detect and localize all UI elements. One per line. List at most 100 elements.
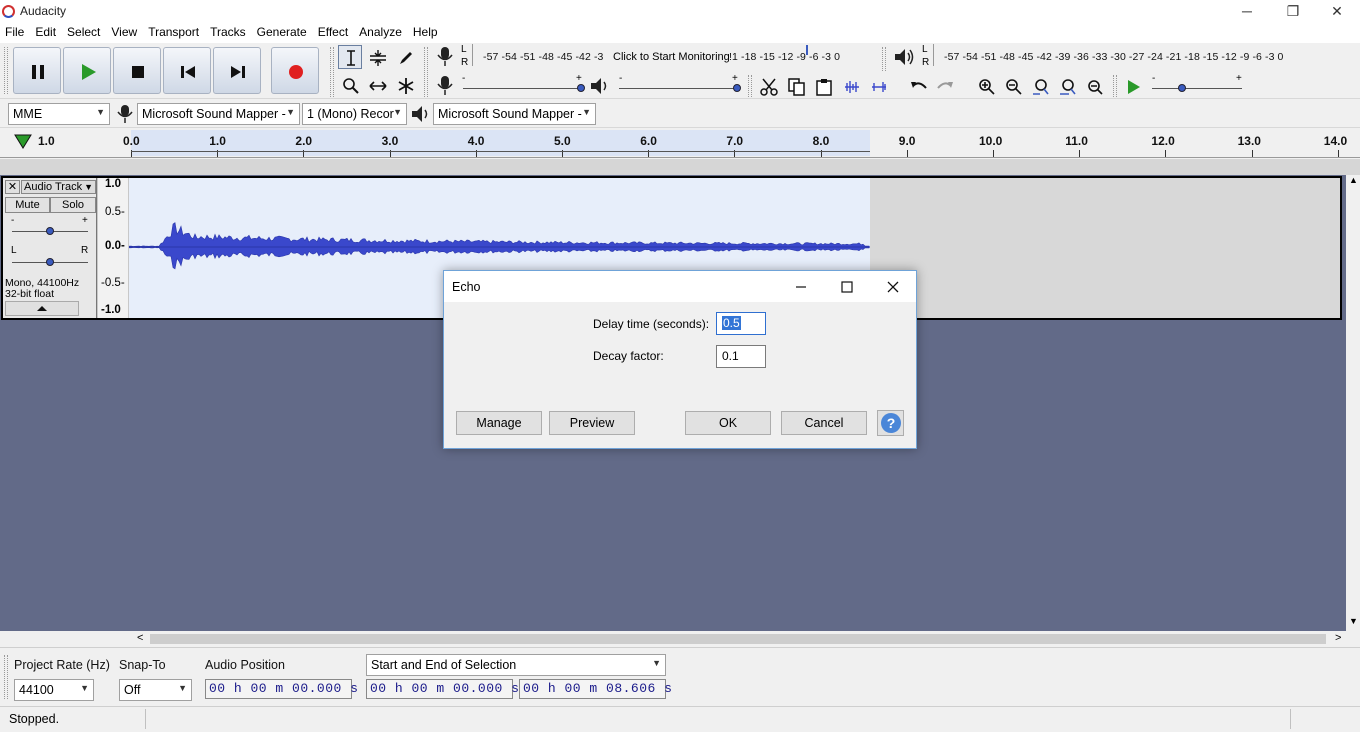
pan-slider-thumb[interactable] xyxy=(46,258,54,266)
play-meter-right-label: R xyxy=(922,57,930,68)
recording-volume-slider[interactable] xyxy=(463,88,583,89)
snap-to-select[interactable]: Off ▼ xyxy=(119,679,192,701)
cancel-button[interactable]: Cancel xyxy=(781,411,867,435)
audio-position-time[interactable]: 00 h 00 m 00.000 s xyxy=(205,679,358,699)
pin-play-head-icon[interactable] xyxy=(13,132,33,150)
menu-tracks[interactable]: Tracks xyxy=(205,23,252,39)
decay-factor-input[interactable]: 0.1 xyxy=(716,345,766,368)
record-button[interactable] xyxy=(271,47,319,94)
toolbar-grip[interactable] xyxy=(748,75,752,97)
speaker-icon[interactable] xyxy=(893,47,915,67)
play-at-speed-button[interactable] xyxy=(1120,74,1144,98)
toolbar-grip[interactable] xyxy=(1113,75,1117,97)
silence-audio-button[interactable] xyxy=(866,74,890,98)
solo-button[interactable]: Solo xyxy=(50,197,96,213)
menu-transport[interactable]: Transport xyxy=(143,23,205,39)
pause-button[interactable] xyxy=(13,47,61,94)
toolbar-grip[interactable] xyxy=(424,47,428,97)
recording-device-select[interactable]: Microsoft Sound Mapper - ▼ xyxy=(137,103,300,125)
close-window-button[interactable]: ✕ xyxy=(1314,0,1360,23)
audio-host-select[interactable]: MME ▼ xyxy=(8,103,110,125)
selection-tool[interactable] xyxy=(338,45,362,69)
toolbar-grip[interactable] xyxy=(882,47,886,71)
help-button[interactable]: ? xyxy=(877,410,904,436)
snap-to-value: Off xyxy=(124,683,141,697)
maximize-icon[interactable] xyxy=(840,280,854,294)
track-close-button[interactable]: ✕ xyxy=(5,180,20,194)
minimize-button[interactable]: ─ xyxy=(1224,0,1270,23)
fit-project-button[interactable] xyxy=(1055,74,1079,98)
fit-selection-button[interactable] xyxy=(1028,74,1052,98)
selection-end-time[interactable]: 00 h 00 m 08.606 s xyxy=(519,679,672,699)
playback-volume-slider[interactable] xyxy=(619,88,739,89)
play-button[interactable] xyxy=(63,47,111,94)
recording-volume-thumb[interactable] xyxy=(577,84,585,92)
empty-track-region[interactable] xyxy=(870,178,1340,318)
collapse-track-button[interactable] xyxy=(5,301,79,316)
project-rate-select[interactable]: 44100 ▼ xyxy=(14,679,94,701)
vertical-scrollbar[interactable]: ▲ ▼ xyxy=(1346,175,1360,631)
selection-start-time[interactable]: 00 h 00 m 00.000 s xyxy=(366,679,519,699)
close-icon[interactable] xyxy=(886,280,900,294)
ok-button[interactable]: OK xyxy=(685,411,771,435)
envelope-tool[interactable] xyxy=(365,45,389,69)
stop-button[interactable] xyxy=(113,47,161,94)
scroll-left-icon[interactable]: < xyxy=(137,632,143,644)
menu-effect[interactable]: Effect xyxy=(313,23,354,39)
trim-audio-button[interactable] xyxy=(839,74,863,98)
play-slider-min: - xyxy=(619,73,623,84)
menu-analyze[interactable]: Analyze xyxy=(354,23,408,39)
zoom-toggle-button[interactable] xyxy=(1082,74,1106,98)
playback-speed-slider[interactable] xyxy=(1152,88,1242,89)
scroll-up-icon[interactable]: ▲ xyxy=(1349,175,1358,185)
zoom-tool[interactable] xyxy=(338,73,362,97)
scroll-right-icon[interactable]: > xyxy=(1335,632,1341,644)
amplitude-scale[interactable]: 1.0 0.5- 0.0- -0.5- -1.0 xyxy=(98,178,128,318)
zoom-out-button[interactable] xyxy=(1001,74,1025,98)
time-shift-tool[interactable] xyxy=(365,73,389,97)
multi-tool[interactable] xyxy=(393,73,417,97)
draw-tool[interactable] xyxy=(393,45,417,69)
paste-button[interactable] xyxy=(811,74,835,98)
restore-button[interactable]: ❐ xyxy=(1270,0,1316,23)
gain-slider-thumb[interactable] xyxy=(46,227,54,235)
minimize-icon[interactable] xyxy=(794,280,808,294)
toolbar-grip[interactable] xyxy=(4,655,8,699)
cut-button[interactable] xyxy=(756,74,780,98)
ruler-tick-label: 14.0 xyxy=(1323,134,1348,148)
toolbar-grip[interactable] xyxy=(4,47,8,94)
delay-time-value: 0.5 xyxy=(722,316,741,330)
menu-bar: File Edit Select View Transport Tracks Generat… xyxy=(0,23,1360,43)
selection-mode-select[interactable]: Start and End of Selection ▼ xyxy=(366,654,666,676)
menu-select[interactable]: Select xyxy=(62,23,106,39)
delay-time-input[interactable]: 0.5 xyxy=(716,312,766,335)
skip-to-end-button[interactable] xyxy=(213,47,261,94)
preview-button[interactable]: Preview xyxy=(549,411,635,435)
horizontal-scroll-thumb[interactable] xyxy=(150,634,1326,644)
menu-view[interactable]: View xyxy=(106,23,143,39)
menu-edit[interactable]: Edit xyxy=(30,23,62,39)
speaker-icon xyxy=(412,106,428,122)
microphone-icon[interactable] xyxy=(436,46,454,68)
start-monitoring-prompt[interactable]: Click to Start Monitoring xyxy=(611,51,732,63)
recording-channels-select[interactable]: 1 (Mono) Recor ▼ xyxy=(302,103,407,125)
manage-button[interactable]: Manage xyxy=(456,411,542,435)
playback-volume-thumb[interactable] xyxy=(733,84,741,92)
ruler-tick xyxy=(1337,150,1339,157)
copy-button[interactable] xyxy=(784,74,808,98)
mute-button[interactable]: Mute xyxy=(5,197,50,213)
playback-device-select[interactable]: Microsoft Sound Mapper - ▼ xyxy=(433,103,596,125)
dialog-title-bar[interactable]: Echo xyxy=(444,271,916,302)
skip-to-start-button[interactable] xyxy=(163,47,211,94)
menu-generate[interactable]: Generate xyxy=(252,23,313,39)
scroll-down-icon[interactable]: ▼ xyxy=(1349,616,1358,626)
track-name-menu[interactable]: Audio Track ▼ xyxy=(21,180,96,194)
toolbar-grip[interactable] xyxy=(330,47,334,97)
zoom-in-button[interactable] xyxy=(974,74,998,98)
horizontal-scrollbar[interactable]: < > xyxy=(134,631,1346,647)
undo-button[interactable] xyxy=(906,74,930,98)
menu-file[interactable]: File xyxy=(0,23,30,39)
menu-help[interactable]: Help xyxy=(408,23,444,39)
playback-speed-thumb[interactable] xyxy=(1178,84,1186,92)
redo-button[interactable] xyxy=(932,74,956,98)
